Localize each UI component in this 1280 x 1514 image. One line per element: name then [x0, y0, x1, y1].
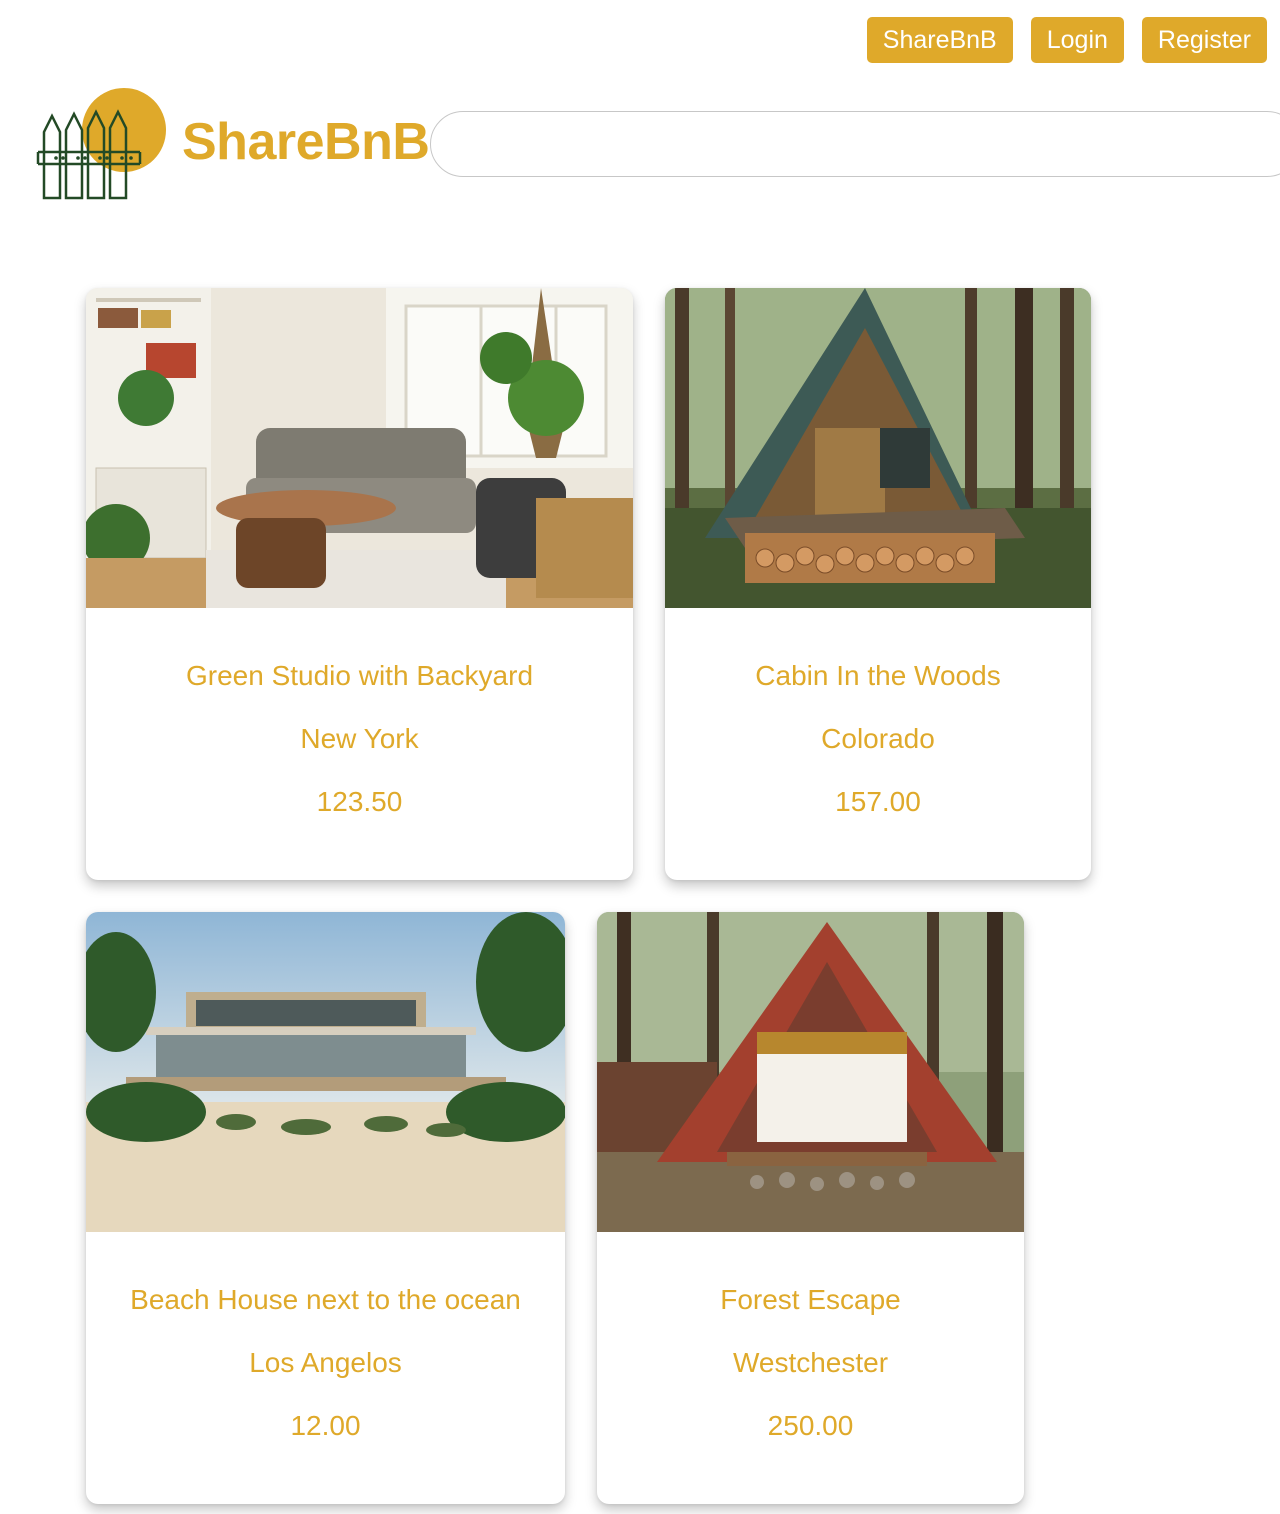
- listing-card[interactable]: Cabin In the Woods Colorado 157.00: [665, 288, 1091, 880]
- login-button[interactable]: Login: [1030, 17, 1124, 63]
- brand-name[interactable]: ShareBnB: [182, 112, 430, 172]
- listing-price: 123.50: [316, 786, 403, 817]
- top-nav: ShareBnB Login Register: [866, 17, 1267, 63]
- living-room-photo: [86, 288, 633, 608]
- listing-location: Colorado: [821, 723, 935, 754]
- listing-card[interactable]: Beach House next to the ocean Los Angelo…: [86, 912, 565, 1504]
- register-button[interactable]: Register: [1141, 17, 1267, 63]
- listing-card[interactable]: Green Studio with Backyard New York 123.…: [86, 288, 633, 880]
- listing-card[interactable]: Forest Escape Westchester 250.00: [597, 912, 1024, 1504]
- listing-location: New York: [300, 723, 419, 754]
- search-input[interactable]: [430, 111, 1280, 177]
- listing-price: 157.00: [835, 786, 921, 817]
- listing-location: Westchester: [732, 1347, 889, 1378]
- home-button[interactable]: ShareBnB: [866, 17, 1013, 63]
- listing-price: 12.00: [290, 1410, 361, 1441]
- listing-title: Beach House next to the ocean: [130, 1284, 521, 1315]
- a-frame-cabin-photo: [665, 288, 1091, 608]
- listing-title: Forest Escape: [720, 1284, 901, 1315]
- listing-title: Green Studio with Backyard: [185, 660, 534, 691]
- listing-location: Los Angelos: [249, 1347, 402, 1378]
- beach-house-photo: [86, 912, 565, 1232]
- listing-title: Cabin In the Woods: [755, 660, 1001, 691]
- listing-price: 250.00: [767, 1410, 854, 1441]
- fence-sun-logo-icon[interactable]: [36, 86, 170, 202]
- red-a-frame-photo: [597, 912, 1024, 1232]
